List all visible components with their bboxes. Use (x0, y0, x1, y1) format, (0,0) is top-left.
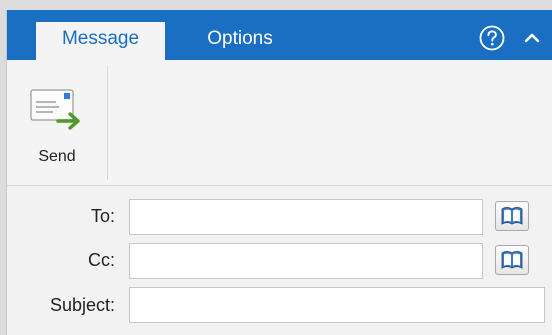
cc-label: Cc: (88, 250, 115, 270)
ribbon: Send (7, 60, 552, 186)
compose-window: Message Options Send To: Cc: Subject: (6, 10, 552, 335)
subject-label: Subject: (49, 295, 115, 315)
tab-message[interactable]: Message (36, 22, 165, 60)
send-label: Send (38, 148, 76, 165)
to-field[interactable] (129, 199, 483, 235)
send-envelope-icon (30, 89, 80, 130)
ribbon-tab-bar: Message Options (7, 10, 552, 60)
to-label: To: (90, 206, 115, 226)
ribbon-divider (107, 66, 108, 180)
address-book-icon (501, 251, 523, 269)
to-address-book-button[interactable] (495, 201, 529, 231)
help-icon[interactable] (479, 25, 505, 51)
collapse-ribbon-icon[interactable] (522, 28, 542, 48)
cc-address-book-button[interactable] (495, 245, 529, 275)
cc-field[interactable] (129, 243, 483, 279)
send-button[interactable]: Send (19, 78, 95, 178)
subject-field[interactable] (129, 287, 545, 323)
address-book-icon (501, 207, 523, 225)
tab-options[interactable]: Options (185, 22, 295, 60)
message-header-fields: To: Cc: Subject: (7, 186, 552, 335)
